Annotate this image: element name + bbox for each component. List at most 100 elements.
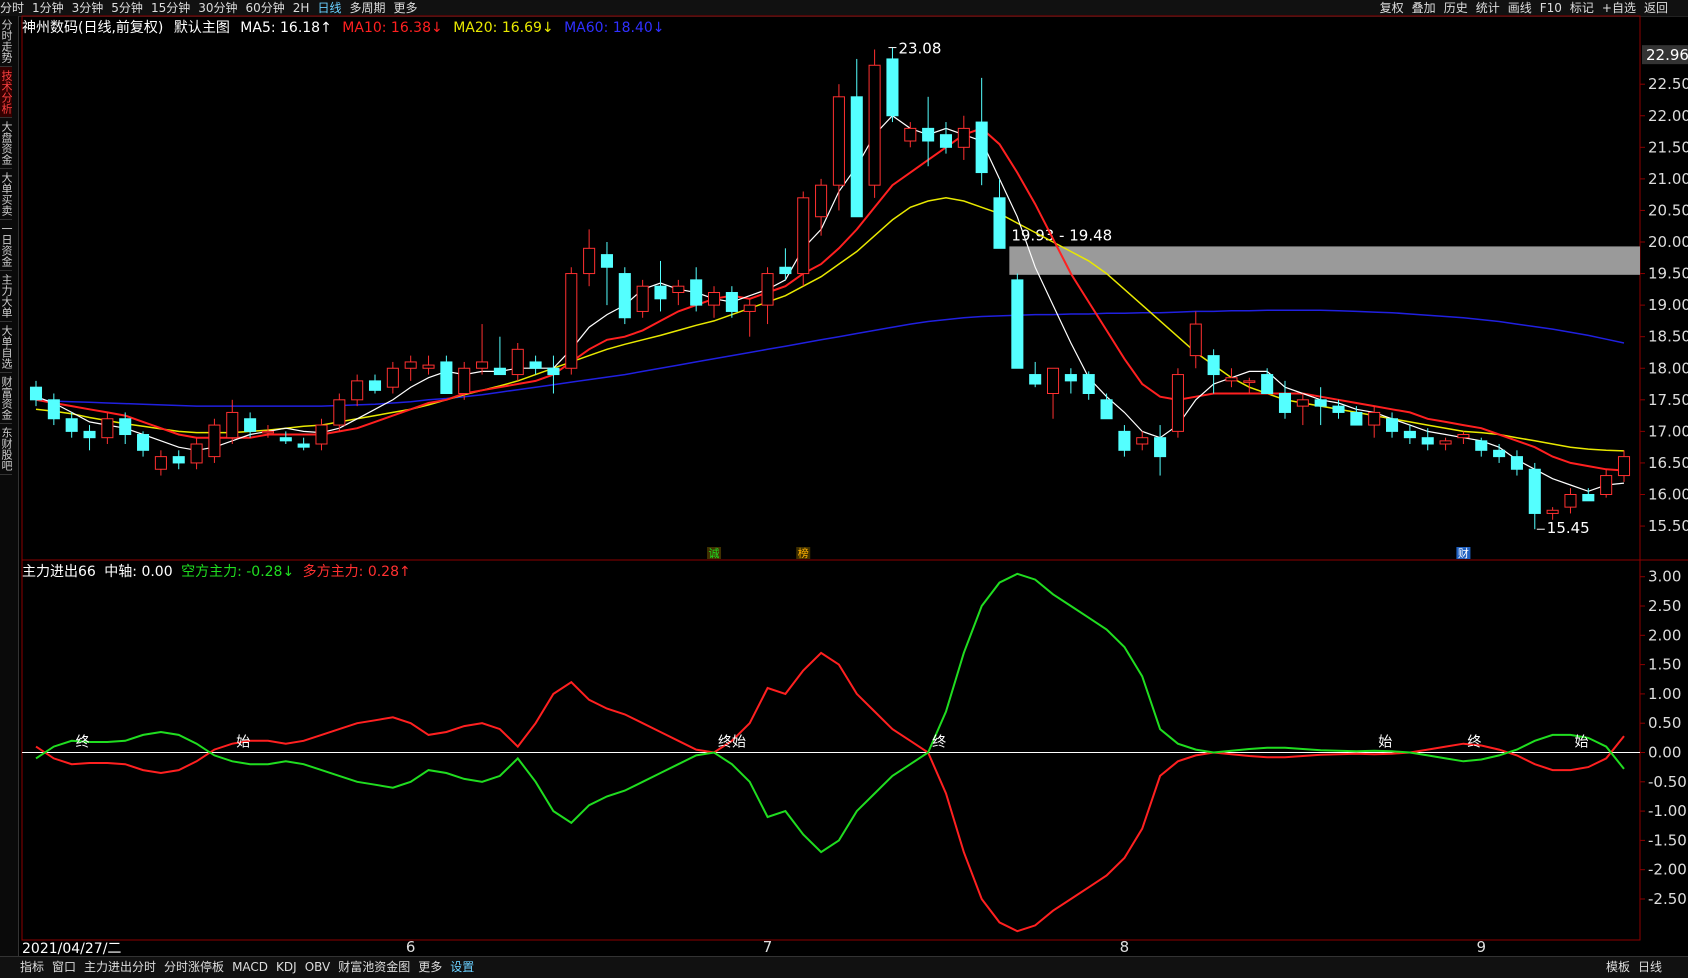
candle-body: [315, 424, 328, 445]
y-tick-label: 16.00: [1648, 486, 1688, 504]
x-tick-label: 9: [1476, 938, 1486, 956]
candle-body: [190, 443, 203, 464]
candle-body: [1011, 279, 1024, 369]
y-tick-label: 22.00: [1648, 107, 1688, 125]
candle-body: [672, 285, 685, 293]
bottom-tab[interactable]: MACD: [232, 957, 268, 977]
candle-body: [1100, 399, 1113, 420]
candle-body: [172, 456, 185, 464]
price-range-band: [1009, 246, 1640, 275]
candle-body: [1564, 494, 1577, 508]
candle-body: [779, 266, 792, 275]
y-tick-label: 16.50: [1648, 454, 1688, 472]
bottom-right-button[interactable]: 模板: [1606, 957, 1630, 977]
candle-body: [65, 418, 78, 432]
candle-body: [1296, 399, 1309, 407]
candle-body: [850, 96, 863, 218]
candle-body: [618, 273, 631, 319]
y-tick-label: -2.00: [1648, 861, 1687, 879]
candle-body: [368, 380, 382, 391]
candle-body: [1118, 430, 1131, 451]
candle-body: [1528, 468, 1541, 514]
candle-body: [1510, 456, 1523, 470]
candle-body: [922, 127, 935, 142]
y-tick-label: 0.50: [1648, 714, 1681, 732]
cross-marker: 始: [1574, 735, 1588, 751]
y-tick-label: 17.50: [1648, 391, 1688, 409]
candle-body: [600, 254, 613, 268]
candle-body: [1350, 411, 1363, 426]
y-tick-label: 18.50: [1648, 328, 1688, 346]
bottom-tab[interactable]: 设置: [450, 957, 474, 977]
candle-body: [1475, 440, 1488, 451]
candle-body: [458, 367, 471, 394]
candle-body: [1493, 449, 1506, 458]
candle-body: [351, 380, 364, 401]
candle-body: [297, 443, 310, 448]
candle-body: [957, 127, 970, 148]
candle-body: [1171, 374, 1184, 432]
candle-body: [29, 386, 43, 401]
candle-body: [1403, 430, 1416, 439]
candle-body: [547, 367, 560, 376]
candle-body: [904, 127, 917, 142]
cross-marker: 终: [932, 735, 946, 751]
candle-body: [1154, 437, 1167, 458]
y-tick-label: 3.00: [1648, 568, 1681, 586]
bottom-tab[interactable]: KDJ: [276, 957, 297, 977]
candle-body: [422, 364, 435, 369]
marker-label: 财: [1458, 546, 1469, 560]
candle-body: [761, 273, 774, 306]
y-tick-label: -2.50: [1648, 890, 1687, 908]
candle-body: [1047, 367, 1060, 394]
y-tick-label: -0.50: [1648, 773, 1687, 791]
candle-body: [1243, 380, 1256, 383]
chart-area[interactable]: 22.50 22.00 21.50 21.00 20.50 20.00 19.50 19.00…: [0, 0, 1688, 956]
candle-body: [261, 430, 274, 434]
candle-body: [1582, 494, 1595, 502]
y-tick-label: 17.00: [1648, 422, 1688, 440]
bottom-tab[interactable]: 主力进出分时: [84, 957, 156, 977]
candle-body: [1136, 437, 1149, 445]
bottom-toolbar: 2021/04/27/二 指标 窗口 主力进出分时 分时涨停板 MACD KDJ OBV 财富池…: [0, 941, 1688, 978]
y-tick-label: 21.50: [1648, 138, 1688, 156]
bottom-tab[interactable]: 财富池资金图: [338, 957, 410, 977]
y-tick-label: 20.50: [1648, 201, 1688, 219]
current-price-label: 22.96: [1646, 46, 1688, 64]
low-label: 15.45: [1547, 519, 1590, 537]
candle-body: [1082, 374, 1095, 394]
candle-body: [1278, 393, 1292, 413]
bottom-tab[interactable]: 更多: [418, 957, 442, 977]
ma10-line: [35, 127, 1625, 472]
candle-body: [440, 361, 453, 394]
candle-body: [743, 304, 756, 312]
candle-body: [1314, 399, 1327, 407]
bottom-tab[interactable]: 指标: [20, 957, 44, 977]
bottom-tab[interactable]: 窗口: [52, 957, 76, 977]
candle-body: [565, 273, 578, 369]
bottom-tab[interactable]: 分时涨停板: [164, 957, 224, 977]
y-tick-label: 2.50: [1648, 597, 1681, 615]
bottom-right-button[interactable]: 日线: [1638, 957, 1662, 977]
candle-body: [493, 367, 506, 376]
candle-body: [476, 361, 489, 369]
y-tick-label: 2.00: [1648, 626, 1681, 644]
candle-body: [636, 285, 649, 312]
candle-body: [244, 418, 257, 432]
y-tick-label: 21.00: [1648, 170, 1688, 188]
y-tick-label: 22.50: [1648, 75, 1688, 93]
bottom-tab[interactable]: OBV: [305, 957, 331, 977]
candle-body: [279, 437, 292, 442]
candle-body: [797, 197, 810, 275]
candle-body: [101, 418, 114, 439]
candle-body: [1225, 377, 1238, 382]
candle-body: [333, 399, 346, 426]
candle-body: [511, 348, 524, 376]
candle-body: [815, 184, 828, 218]
candle-body: [1029, 374, 1042, 385]
candle-body: [1386, 418, 1399, 432]
candle-body: [1617, 456, 1631, 477]
candle-body: [832, 96, 845, 186]
cross-marker: 始: [236, 735, 250, 751]
candle-body: [47, 399, 60, 420]
